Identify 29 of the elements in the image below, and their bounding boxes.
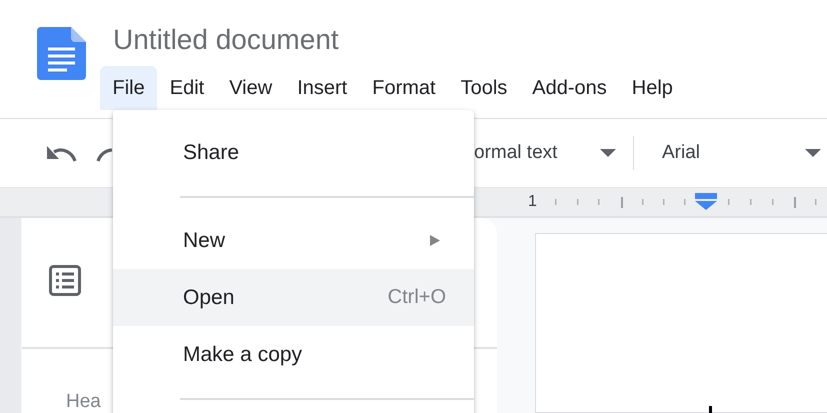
menu-bar-item[interactable]: Format [360,66,448,110]
menu-item-label: Make a copy [183,342,304,366]
outline-hint: Hea [66,391,102,413]
menu-bar-item[interactable]: Help [619,66,686,110]
font-dropdown[interactable]: Arial [662,142,805,164]
shortcut-hint: Ctrl+O [388,286,446,309]
document-title[interactable]: Untitled document [113,24,686,56]
menu-item-label: Open [183,286,236,310]
submenu-arrow-icon [430,235,440,246]
menu-item[interactable]: Make a copy [113,326,474,383]
menu-bar-item[interactable]: Edit [157,66,217,110]
ruler-number: 1 [528,193,537,211]
caret-icon[interactable] [600,149,616,157]
menu-item[interactable]: New [113,212,474,269]
docs-logo-icon[interactable] [37,27,86,80]
indent-marker-icon[interactable] [695,193,717,210]
menu-item-label: Share [183,140,240,164]
menu-item-label: New [183,228,226,252]
undo-icon[interactable] [46,144,77,162]
menu-item[interactable]: Open Ctrl+O [113,269,474,326]
caret-icon[interactable] [805,149,821,157]
style-dropdown[interactable]: ormal text [474,142,576,164]
menu-bar-item[interactable]: View [216,66,285,110]
menu-bar-item[interactable]: Tools [448,66,520,110]
menu-bar-item[interactable]: File [100,66,158,110]
menu-bar-item[interactable]: Insert [284,66,360,110]
menu-bar-item[interactable]: Add-ons [520,66,620,110]
menu-item[interactable]: Share [113,124,474,181]
outline-icon[interactable] [49,265,81,296]
